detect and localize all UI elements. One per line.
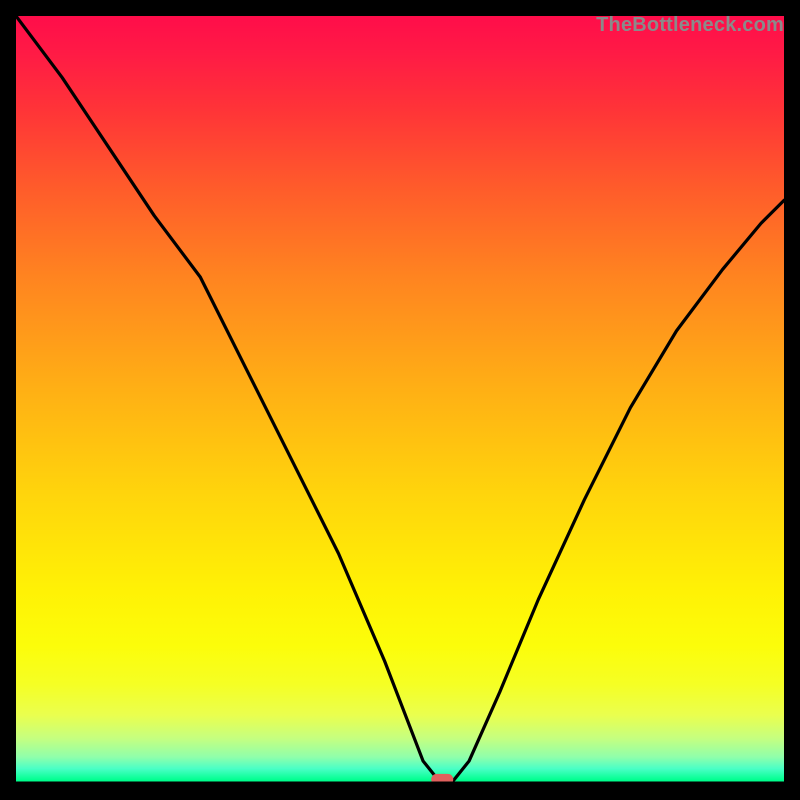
severity-gradient <box>16 16 784 784</box>
chart-frame: TheBottleneck.com <box>16 16 784 784</box>
plot-area <box>16 16 784 784</box>
watermark-text: TheBottleneck.com <box>596 14 784 37</box>
